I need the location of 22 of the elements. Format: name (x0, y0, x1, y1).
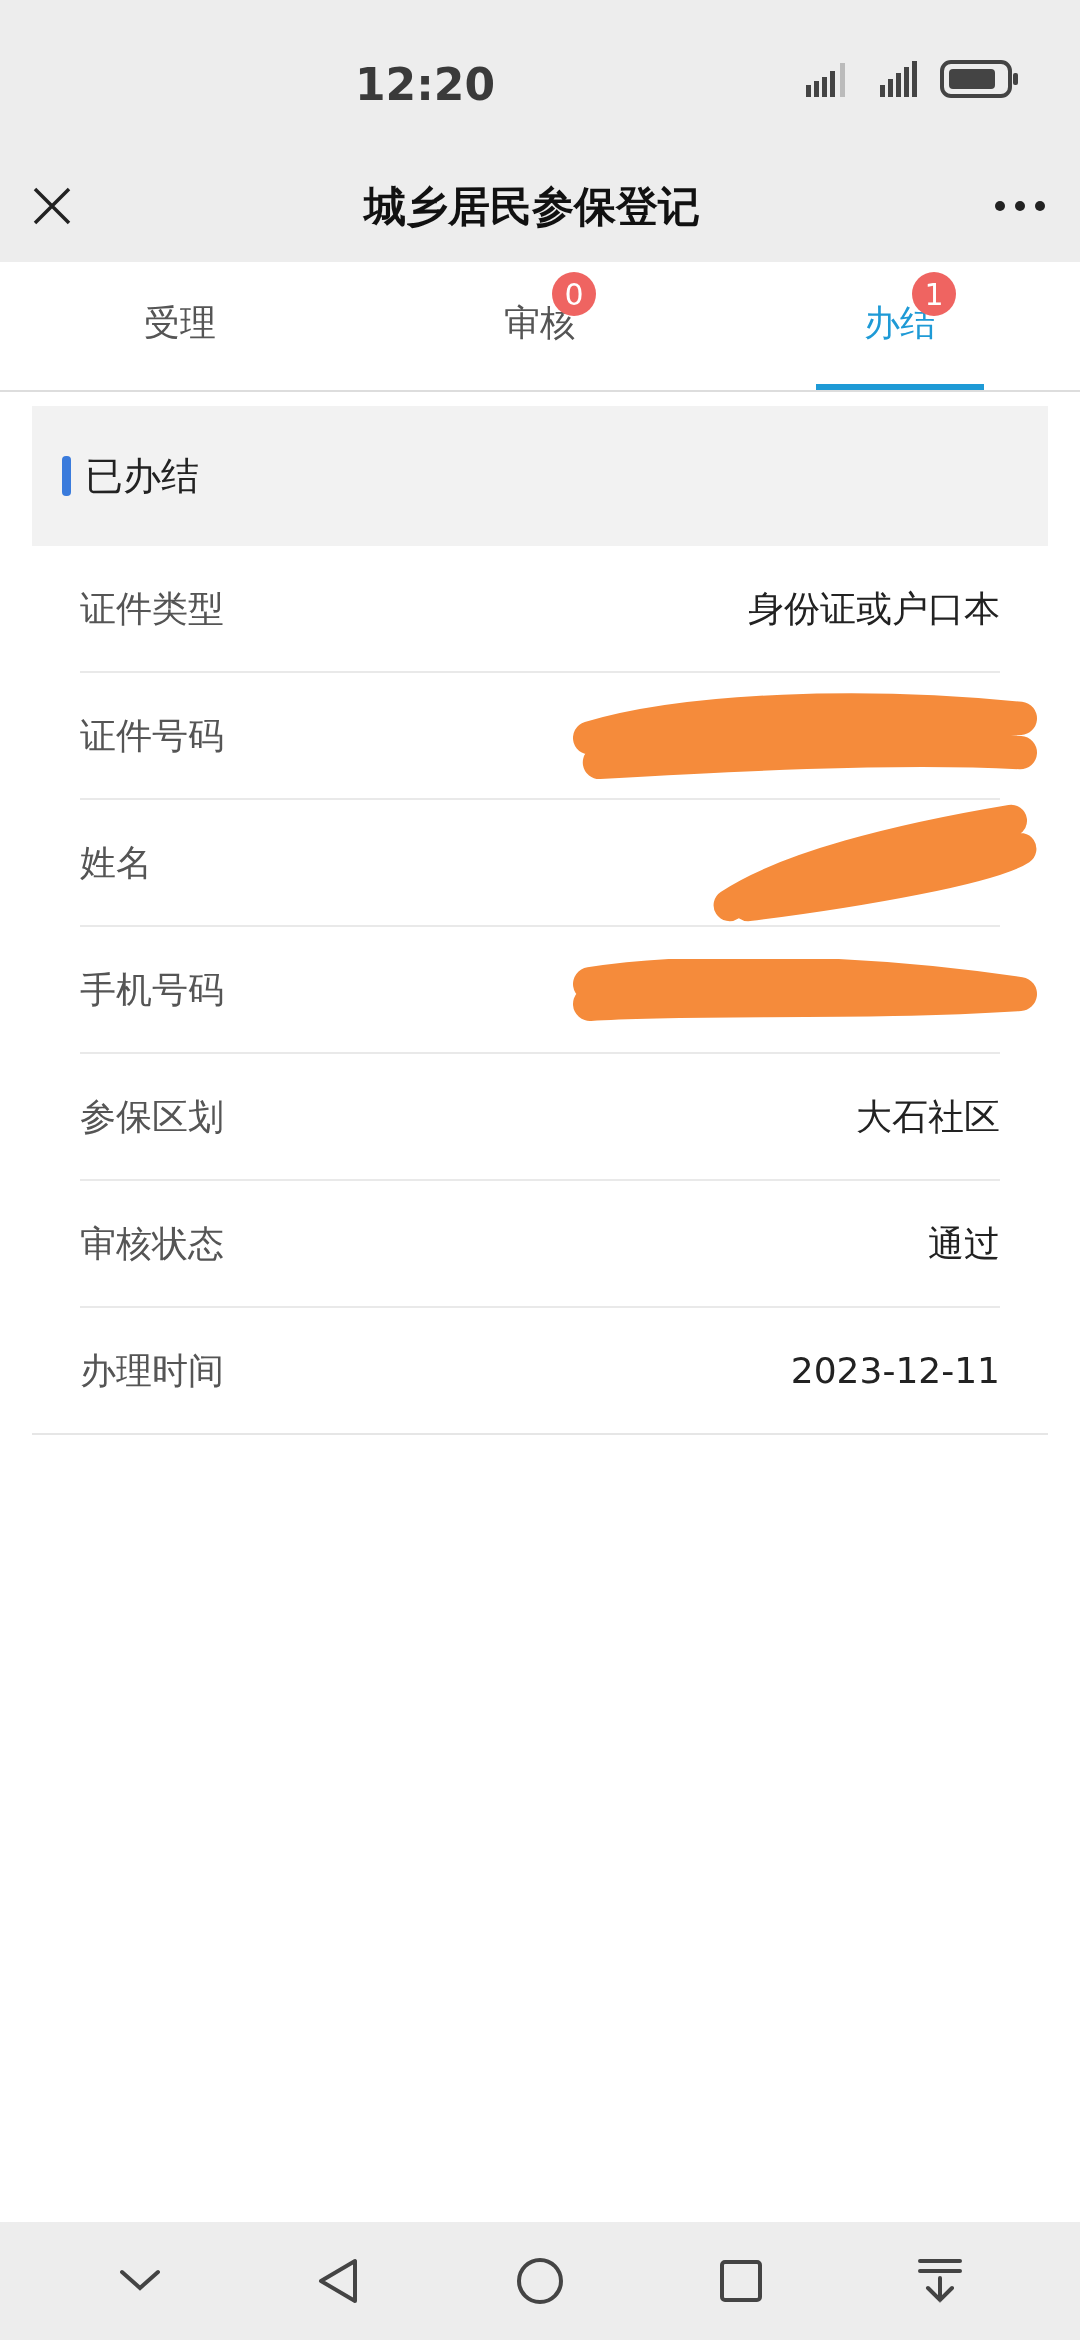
field-label: 证件类型 (80, 586, 224, 631)
battery-icon (940, 59, 1020, 99)
status-time: 12:20 (355, 58, 496, 112)
field-label: 证件号码 (80, 713, 224, 758)
field-value: 通过 (928, 1221, 1000, 1266)
field-value: 2023-12-11 (790, 1348, 1000, 1393)
field-label: 办理时间 (80, 1348, 224, 1393)
field-value: 大石社区 (856, 1094, 1000, 1139)
home-icon[interactable] (515, 2257, 564, 2305)
more-icon (994, 200, 1046, 212)
tab[interactable]: 受理 (96, 262, 264, 390)
field-label: 姓名 (80, 840, 152, 885)
field-label: 审核状态 (80, 1221, 224, 1266)
close-icon (32, 186, 72, 226)
field-label: 手机号码 (80, 967, 224, 1012)
pull-down-icon[interactable] (918, 2258, 963, 2304)
field-value: 身份证或户口本 (748, 586, 1000, 631)
recents-icon[interactable] (719, 2259, 764, 2303)
page-title: 城乡居民参保登记 (362, 180, 701, 233)
section-title: 已办结 (85, 452, 199, 500)
field-label: 参保区划 (80, 1094, 224, 1139)
accent-bar-icon (62, 456, 71, 496)
